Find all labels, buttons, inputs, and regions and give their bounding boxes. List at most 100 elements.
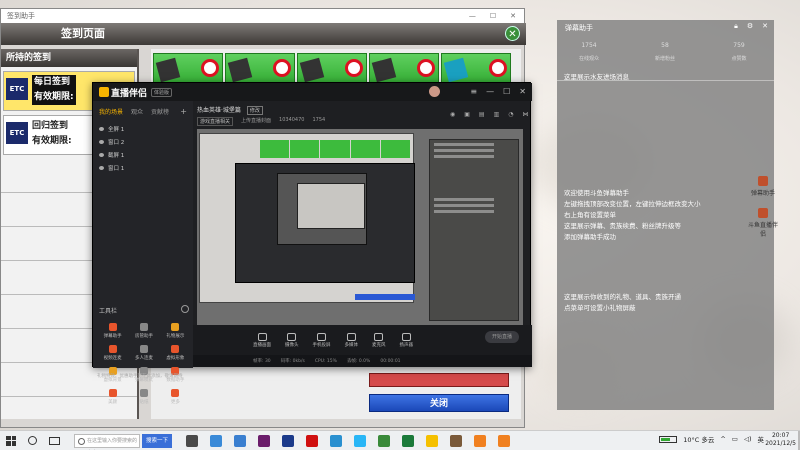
tab-scenes[interactable]: 我的场景 [99, 107, 123, 116]
screen-icon[interactable]: ▥ [494, 111, 500, 118]
tool-item[interactable]: 美颜 [97, 389, 128, 405]
tab-contribution[interactable]: 贡献榜 [151, 107, 169, 116]
tool-grid: 弹幕助手 房管助手 礼物展示 视频连麦 多人连麦 虚拟形象 虚拟背景 弹幕模式 数据助手 美颜 贴纸… [97, 323, 191, 405]
lock-icon[interactable]: 🔒︎ [734, 22, 738, 31]
scene-item[interactable]: 窗口 2 [99, 135, 193, 148]
clock[interactable]: 20:07 2021/12/5 [765, 432, 796, 448]
tool-item[interactable]: 多人连麦 [128, 345, 159, 361]
signin-titlebar[interactable]: 签到助手 — ☐ ✕ [1, 9, 524, 23]
start-live-button[interactable]: 开始直播 [485, 331, 519, 343]
minimize-icon[interactable]: — [486, 87, 494, 96]
bottom-tool[interactable]: 多媒体 [345, 332, 358, 348]
menu-icon[interactable]: ≡ [470, 87, 477, 96]
taskbar-app-icon[interactable] [258, 434, 270, 447]
eye-icon[interactable] [99, 165, 104, 170]
scene-item[interactable]: 窗口 1 [99, 161, 193, 174]
stat-value: 58 [661, 42, 669, 49]
taskbar-app-icon[interactable] [498, 434, 510, 447]
ime-indicator[interactable]: 英 [758, 434, 765, 444]
beauty-icon [108, 389, 117, 397]
taskbar-search-button[interactable]: 搜索一下 [142, 433, 172, 448]
taskbar-app-icon[interactable] [186, 434, 198, 447]
desktop-shortcut-label: 斗鱼直播伴侣 [748, 222, 779, 238]
bottom-tool-label: 摄像头 [285, 342, 299, 348]
taskbar-app-icon[interactable] [402, 434, 414, 447]
close-button[interactable]: 关闭 [369, 394, 509, 412]
tool-item[interactable]: 礼物展示 [160, 323, 191, 339]
taskbar-app-icon[interactable] [330, 434, 342, 447]
taskbar-app-icon[interactable] [354, 434, 366, 447]
minimize-icon[interactable]: — [469, 9, 476, 23]
settings-icon[interactable]: ⚙ [747, 22, 753, 31]
tools-header: 工具栏 [99, 308, 118, 315]
taskbar-app-icon[interactable] [474, 434, 486, 447]
message-line: 添加弹幕助手成功 [564, 233, 616, 241]
eye-icon[interactable] [99, 126, 104, 131]
taskbar-search-input[interactable]: 在这里输入你要搜索的内容 [74, 433, 140, 450]
bottom-tool[interactable]: 麦克风 [372, 332, 386, 348]
close-icon[interactable]: ✕ [519, 87, 526, 96]
bottom-tool[interactable]: 扬声器 [400, 332, 413, 348]
bottom-tool[interactable]: 手机投屏 [313, 332, 331, 348]
task-view-icon[interactable] [49, 436, 60, 445]
taskbar-app-icon[interactable] [282, 434, 294, 447]
upload-cover-link[interactable]: 上传直播封面 [241, 117, 271, 126]
category-chip[interactable]: 游戏直播相关 [197, 117, 234, 126]
taskbar-app-icon[interactable] [450, 434, 462, 447]
taskbar-app-icon[interactable] [210, 434, 222, 447]
avatar[interactable] [429, 86, 440, 97]
tool-item[interactable]: 弹幕助手 [97, 323, 128, 339]
bottom-tool-label: 麦克风 [372, 342, 386, 348]
desktop-shortcut[interactable]: 弹幕助手 [748, 176, 778, 197]
stat-likes: 759 点赞数 [719, 42, 759, 62]
taskbar-app-icon[interactable] [378, 434, 390, 447]
taskbar-app-icon[interactable] [306, 434, 318, 447]
tab-audience[interactable]: 观众 [131, 107, 143, 116]
eye-icon[interactable] [99, 152, 104, 157]
windows-start-icon[interactable] [6, 435, 16, 446]
signin-action-button[interactable] [369, 373, 509, 387]
record-icon[interactable]: ▤ [479, 111, 485, 118]
reward-item-icon [443, 57, 469, 83]
desktop-shortcut[interactable]: 斗鱼直播伴侣 [748, 208, 778, 238]
close-icon[interactable]: ✕ [762, 22, 768, 31]
maximize-icon[interactable]: ☐ [490, 9, 496, 23]
taskbar-app-icon[interactable] [426, 434, 438, 447]
avatar-icon [171, 345, 180, 353]
eye-icon[interactable] [99, 139, 104, 144]
scene-item[interactable]: 全屏 1 [99, 122, 193, 135]
close-icon[interactable]: ✕ [510, 9, 516, 23]
volume-icon[interactable]: ◁) [744, 435, 752, 443]
maximize-icon[interactable]: ☐ [503, 87, 510, 96]
edit-title-button[interactable]: 修改 [246, 106, 263, 115]
lock-icon[interactable]: ▣ [464, 111, 470, 118]
notification-icon[interactable]: ◉ [450, 111, 455, 118]
tool-item[interactable]: 更多 [160, 389, 191, 405]
tool-label: 虚拟形象 [166, 356, 185, 361]
tool-item[interactable]: 房管助手 [128, 323, 159, 339]
network-icon[interactable]: ▭ [732, 435, 738, 443]
weather-text[interactable]: 10°C 多云 [683, 434, 714, 444]
reward-item-icon [155, 57, 181, 83]
tray-expand-icon[interactable]: ^ [720, 435, 725, 443]
taskbar-app-icon[interactable] [234, 434, 246, 447]
tool-item[interactable]: 贴纸 [128, 389, 159, 405]
add-scene-icon[interactable]: + [180, 107, 187, 116]
bottom-tool[interactable]: 直播画面 [253, 332, 271, 348]
share-icon[interactable]: ⋈ [523, 111, 529, 118]
tool-label: 弹幕助手 [103, 334, 122, 339]
bottom-tool-label: 直播画面 [253, 342, 271, 348]
cortana-icon[interactable] [28, 436, 37, 445]
tool-label: 视频连麦 [103, 356, 122, 361]
tools-settings-icon[interactable] [181, 305, 189, 313]
bell-icon[interactable]: ◔ [508, 111, 513, 118]
stream-preview[interactable] [197, 129, 523, 325]
battery-icon[interactable] [659, 435, 678, 443]
bottom-tool[interactable]: 摄像头 [285, 332, 299, 348]
stream-app-topbar[interactable]: 直播伴侣 体验版 ≡ — ☐ ✕ [93, 83, 532, 101]
scene-item[interactable]: 截屏 1 [99, 148, 193, 161]
danmaku-assistant-window[interactable]: 弹幕助手 🔒︎ ⚙ ✕ 1754 在线观众 58 新增粉丝 759 点赞数 这里… [557, 20, 774, 410]
tool-item[interactable]: 视频连麦 [97, 345, 128, 361]
tool-item[interactable]: 虚拟形象 [160, 345, 191, 361]
header-close-icon[interactable]: ✕ [505, 26, 520, 41]
